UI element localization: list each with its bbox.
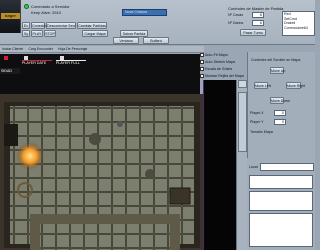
map-info-bar: SIDAD PLAYER DATE PLAYER FULL: [0, 54, 200, 94]
player-x-label: Player X: [250, 111, 264, 115]
player-date-bar: [22, 60, 52, 61]
auto-stretch-checkbox[interactable]: [200, 60, 204, 65]
button-cargar-mapa[interactable]: Cargar Mapa: [82, 30, 108, 37]
show-grid-checkbox[interactable]: [200, 74, 204, 79]
map-canvas[interactable]: [0, 94, 203, 250]
tab-carg-encounter[interactable]: Carg Encounter: [26, 46, 55, 52]
button-play[interactable]: PLAY: [31, 30, 43, 37]
move-right-button[interactable]: Move Right: [286, 82, 305, 89]
toolbar-tabs: Iniciar Cliente Carg Encounter Hoja De P…: [0, 46, 204, 53]
option-gray-scale[interactable]: Escala de Grises: [200, 66, 247, 73]
player-full-bar: [56, 60, 86, 61]
auto-fit-label: Auto-Fit Mapa: [205, 53, 228, 57]
map-options: Auto-Fit Mapa Auto-Stretch Mapa Escala d…: [200, 52, 247, 80]
scroll-thumb[interactable]: [238, 92, 247, 152]
master-controls-title: Controles de Master de Partida: [228, 6, 284, 11]
connection-status-text: Conectado a Servidor: [31, 4, 70, 9]
move-up-button[interactable]: Move Up: [270, 67, 285, 74]
keep-alive-text: Keep Alive: 2510: [31, 10, 62, 15]
vertical-scrollbar[interactable]: [236, 80, 247, 250]
gray-scale-checkbox[interactable]: [200, 67, 204, 72]
auto-fit-checkbox[interactable]: [200, 53, 204, 58]
chat-box-2[interactable]: [249, 191, 313, 211]
chat-input[interactable]: [260, 163, 314, 171]
rows-spinner[interactable]: 6: [252, 12, 264, 18]
button-ventana[interactable]: Ventana: [113, 37, 139, 44]
players-list[interactable]: Red SetCmd Drakeil Commodore64: [282, 11, 315, 36]
player-y-spinner[interactable]: 0: [274, 119, 286, 125]
map-scroller-controls: Controles del Scroller en Mapa Move Up M…: [247, 52, 315, 158]
gray-scale-label: Escala de Grises: [205, 67, 233, 71]
player-full-label: PLAYER FULL: [56, 61, 80, 65]
red-marker-icon: [4, 56, 8, 60]
button-ev[interactable]: Ev: [22, 22, 30, 29]
tab-hoja-personaje[interactable]: Hoja De Personaje: [56, 46, 89, 52]
player-y-label: Player Y: [250, 120, 264, 124]
logo-text: bager: [1, 13, 20, 19]
move-down-button[interactable]: Move Down: [270, 97, 290, 104]
header-bar: bager Conectado a Servidor Keep Alive: 2…: [0, 0, 315, 45]
button-cambiar-partidas[interactable]: Cambiar Partidas: [77, 22, 107, 29]
button-buffard[interactable]: Buffard: [143, 37, 169, 44]
player-item[interactable]: Commodore64: [284, 26, 314, 31]
option-auto-fit[interactable]: Auto-Fit Mapa: [200, 52, 247, 59]
sidad-label: SIDAD: [0, 68, 20, 74]
chat-log[interactable]: [249, 213, 313, 247]
creature-dropdown[interactable]: Nova Criatura: [122, 9, 167, 16]
cols-label: Nº Dados: [228, 21, 244, 25]
cols-spinner[interactable]: 6: [252, 20, 264, 26]
button-conexion[interactable]: Conexión: [31, 22, 47, 29]
button-stop[interactable]: STOP: [44, 30, 56, 37]
map-side-panel: [203, 80, 237, 250]
rows-label: Nº Cavas: [228, 13, 244, 17]
show-grid-label: Mostrar Rejilla del Mapa: [205, 74, 244, 78]
option-auto-stretch[interactable]: Auto-Stretch Mapa: [200, 59, 247, 66]
button-desconectar[interactable]: Desconectar Serv: [46, 22, 76, 29]
map-size-label: Tamaño Mapa: [250, 130, 273, 134]
chat-panel: Local: [247, 158, 315, 250]
fire-effect: [16, 142, 44, 170]
app-logo: bager: [0, 0, 21, 33]
scroll-up-arrow-icon[interactable]: [238, 80, 247, 88]
button-salvar-partida[interactable]: Salvar Partida: [120, 30, 148, 37]
player-date-label: PLAYER DATE: [22, 61, 47, 65]
connection-status-icon: [24, 4, 29, 9]
tab-iniciar-cliente[interactable]: Iniciar Cliente: [0, 46, 25, 52]
pass-turn-button[interactable]: Pasar Turno: [240, 29, 266, 36]
button-sy[interactable]: Sy: [22, 30, 30, 37]
chat-box-1[interactable]: [249, 175, 313, 189]
chat-local-label: Local: [249, 165, 258, 169]
game-map[interactable]: [0, 94, 203, 250]
player-x-spinner[interactable]: 0: [274, 110, 286, 116]
move-left-button[interactable]: Move Left: [254, 82, 271, 89]
auto-stretch-label: Auto-Stretch Mapa: [205, 60, 235, 64]
option-show-grid[interactable]: Mostrar Rejilla del Mapa: [200, 73, 247, 80]
map-controls-title: Controles del Scroller en Mapa: [251, 58, 301, 62]
